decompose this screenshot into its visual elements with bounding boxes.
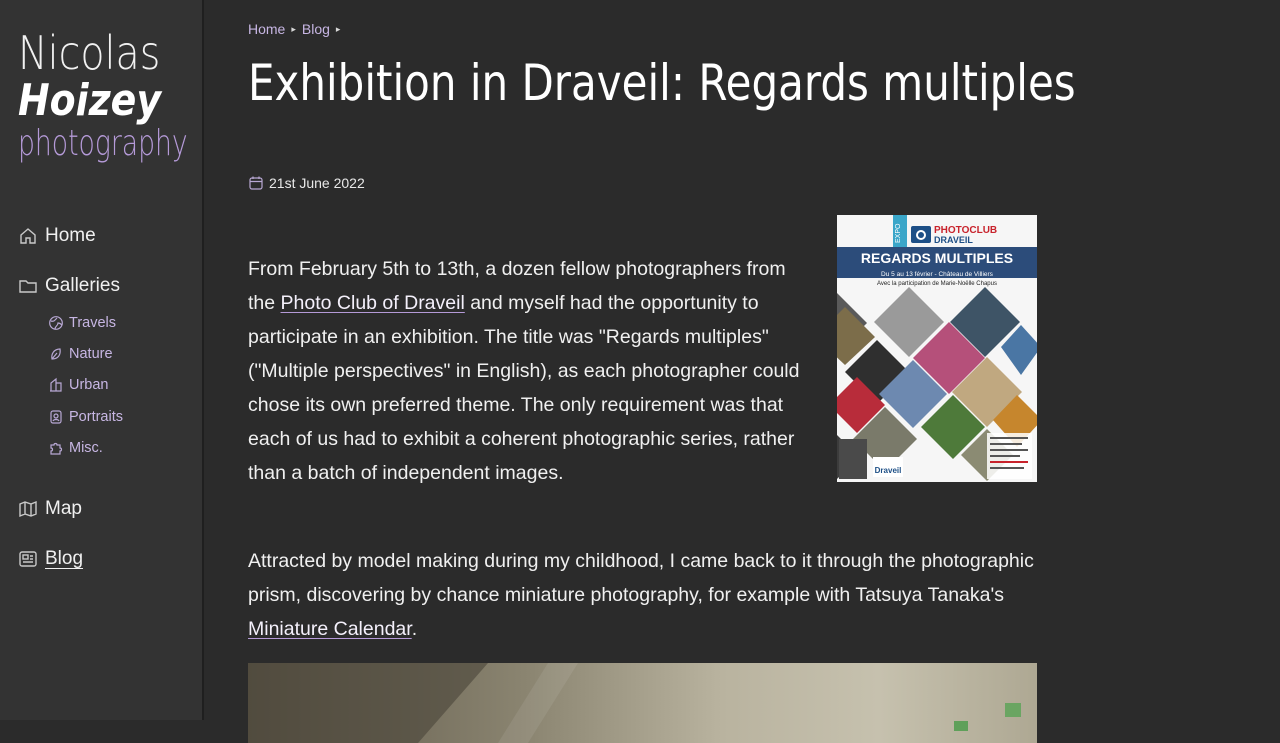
sidebar-item-travels[interactable]: Travels xyxy=(48,315,116,331)
breadcrumb: Home ▸ Blog ▸ xyxy=(248,21,346,37)
sidebar-item-misc[interactable]: Misc. xyxy=(48,440,103,456)
nav-home-label: Home xyxy=(45,225,96,246)
paragraph-text: Attracted by model making during my chil… xyxy=(248,550,1034,606)
exhibition-poster[interactable]: EXPO PHOTOCLUB DRAVEIL REGARDS MULTIPLES… xyxy=(837,215,1037,482)
poster-headline: REGARDS MULTIPLES xyxy=(861,250,1013,266)
poster-graphic: EXPO PHOTOCLUB DRAVEIL REGARDS MULTIPLES… xyxy=(837,215,1037,482)
site-logo[interactable]: Nicolas Hoizey photography xyxy=(18,28,188,164)
sidebar-item-urban[interactable]: Urban xyxy=(48,377,109,393)
miniature-calendar-link[interactable]: Miniature Calendar xyxy=(248,618,412,640)
page-title: Exhibition in Draveil: Regards multiples xyxy=(248,54,1076,112)
poster-city: DRAVEIL xyxy=(934,235,973,245)
puzzle-icon xyxy=(50,442,63,455)
post-paragraph-2: Attracted by model making during my chil… xyxy=(248,544,1038,646)
exhibition-photo[interactable] xyxy=(248,663,1037,743)
calendar-icon xyxy=(249,176,263,190)
breadcrumb-home[interactable]: Home xyxy=(248,21,285,37)
poster-footer: Draveil xyxy=(875,466,902,475)
nav-item-blog[interactable]: Blog xyxy=(18,548,83,570)
breadcrumb-blog[interactable]: Blog xyxy=(302,21,330,37)
logo-first-name: Nicolas xyxy=(18,26,161,80)
post-paragraph-1: From February 5th to 13th, a dozen fello… xyxy=(248,252,808,490)
sidebar-item-label: Misc. xyxy=(69,440,103,456)
sidebar-item-label: Urban xyxy=(69,377,109,393)
paragraph-text: . xyxy=(411,618,418,640)
sidebar-item-nature[interactable]: Nature xyxy=(48,346,113,362)
sidebar-item-label: Nature xyxy=(69,346,113,362)
sidebar-item-label: Portraits xyxy=(69,409,123,425)
post-date-text: 21st June 2022 xyxy=(269,175,365,191)
globe-icon xyxy=(49,316,63,330)
nav-galleries-label: Galleries xyxy=(45,275,120,296)
poster-expo: EXPO xyxy=(895,223,902,243)
sidebar-item-label: Travels xyxy=(69,315,116,331)
logo-tagline: photography xyxy=(18,123,188,164)
breadcrumb-separator-icon: ▸ xyxy=(335,23,341,34)
nav-item-galleries[interactable]: Galleries xyxy=(18,275,120,297)
exhibition-photo-graphic xyxy=(248,663,1021,743)
leaf-icon xyxy=(51,348,61,360)
sidebar-item-portraits[interactable]: Portraits xyxy=(48,409,123,425)
nav-item-home[interactable]: Home xyxy=(18,225,96,247)
photo-club-link[interactable]: Photo Club of Draveil xyxy=(281,292,465,314)
home-icon xyxy=(20,228,36,244)
nav-item-map[interactable]: Map xyxy=(18,498,82,520)
nav-blog-label: Blog xyxy=(45,548,84,569)
poster-dates: Du 5 au 13 février - Château de Villiers xyxy=(881,271,994,278)
folder-icon xyxy=(19,280,37,293)
logo-last-name: Hoizey xyxy=(18,75,162,126)
building-icon xyxy=(50,377,62,392)
paragraph-text: and myself had the opportunity to partic… xyxy=(248,292,800,484)
poster-guest: Avec la participation de Marie-Noëlle Ch… xyxy=(877,281,997,287)
post-date: 21st June 2022 xyxy=(248,175,365,191)
sidebar: Nicolas Hoizey photography Home Gallerie… xyxy=(0,0,204,720)
nav-map-label: Map xyxy=(45,498,82,519)
map-icon xyxy=(19,500,37,518)
news-icon xyxy=(19,551,37,567)
portrait-icon xyxy=(50,410,62,424)
breadcrumb-separator-icon: ▸ xyxy=(291,23,296,34)
